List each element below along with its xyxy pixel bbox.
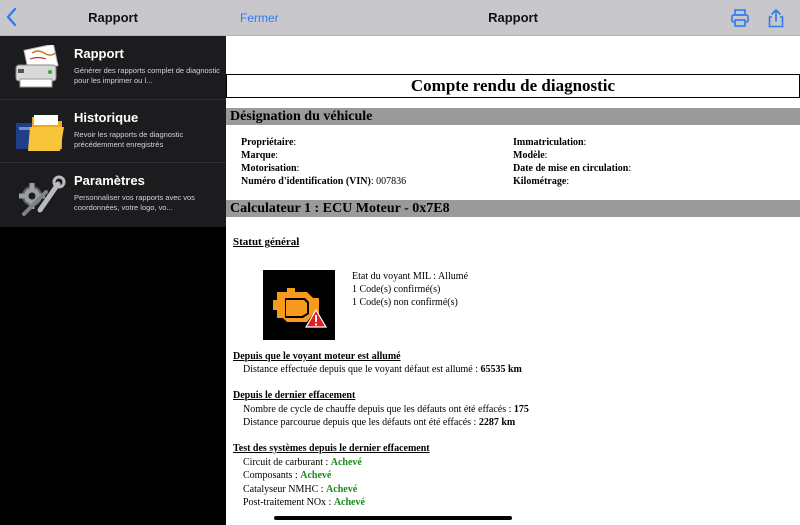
test-item: Post-traitement NOx : Achevé [243,497,365,508]
sidebar-header: Rapport [0,0,226,36]
sidebar-item-label: Rapport [74,46,124,61]
sidebar-item-description: Revoir les rapports de diagnostic précéd… [74,129,184,149]
sidebar-title: Rapport [88,10,138,25]
since-mil-distance: Distance effectuée depuis que le voyant … [243,364,522,375]
home-indicator[interactable] [274,516,512,520]
since-mil-title: Depuis que le voyant moteur est allumé [233,351,401,362]
system-tests-title: Test des systèmes depuis le dernier effa… [233,443,430,454]
page-title: Rapport [488,10,538,25]
since-clear-distance: Distance parcourue depuis que les défaut… [243,417,516,428]
brand-field: Marque: [241,150,279,161]
mileage-field: Kilométrage: [513,176,570,187]
sidebar-item-label: Historique [74,109,139,125]
printer-icon[interactable] [730,8,750,28]
status-title: Statut général [233,236,300,248]
sidebar-item-description: Générer des rapports complet de diagnost… [74,66,220,85]
unconfirmed-codes-line: 1 Code(s) non confirmé(s) [352,297,458,308]
folder-icon [16,114,64,151]
test-item: Composants : Achevé [243,470,332,481]
check-engine-icon [263,270,335,340]
confirmed-codes-line: 1 Code(s) confirmé(s) [352,284,441,295]
vin-field: Numéro d'identification (VIN): 007836 [241,176,407,187]
owner-field: Propriétaire: [241,137,297,148]
sidebar-item-label: Paramètres [74,173,145,188]
plate-field: Immatriculation: [513,137,587,148]
test-item: Circuit de carburant : Achevé [243,457,362,468]
sidebar-item-description: Personnaliser vos rapports avec vos coor… [74,193,195,212]
since-clear-title: Depuis le dernier effacement [233,390,356,401]
sidebar-item-parametres[interactable]: Paramètres Personnaliser vos rapports av… [0,163,226,227]
report-printer-icon [15,45,59,88]
sidebar-item-rapport[interactable]: Rapport Générer des rapports complet de … [0,36,226,100]
tools-icon [19,175,66,216]
test-item: Catalyseur NMHC : Achevé [243,484,358,495]
sidebar-list: Rapport Générer des rapports complet de … [0,36,226,227]
engine-field: Motorisation: [241,163,300,174]
report-title: Compte rendu de diagnostic [226,74,800,98]
main-header: Fermer Rapport [226,0,800,36]
sidebar-item-historique[interactable]: Historique Revoir les rapports de diagno… [0,100,226,163]
report-document: Compte rendu de diagnostic Désignation d… [226,36,800,525]
main-panel: Fermer Rapport Compte rendu de diagnosti… [226,0,800,525]
sidebar: Rapport Rapport Générer des rapports com… [0,0,226,525]
mil-status-line: Etat du voyant MIL : Allumé [352,271,469,282]
model-field: Modèle: [513,150,548,161]
vehicle-section-header: Désignation du véhicule [226,108,800,125]
ecu-section-header: Calculateur 1 : ECU Moteur - 0x7E8 [226,200,800,217]
share-icon[interactable] [766,8,786,28]
since-clear-cycles: Nombre de cycle de chauffe depuis que le… [243,404,529,415]
registration-date-field: Date de mise en circulation: [513,163,632,174]
